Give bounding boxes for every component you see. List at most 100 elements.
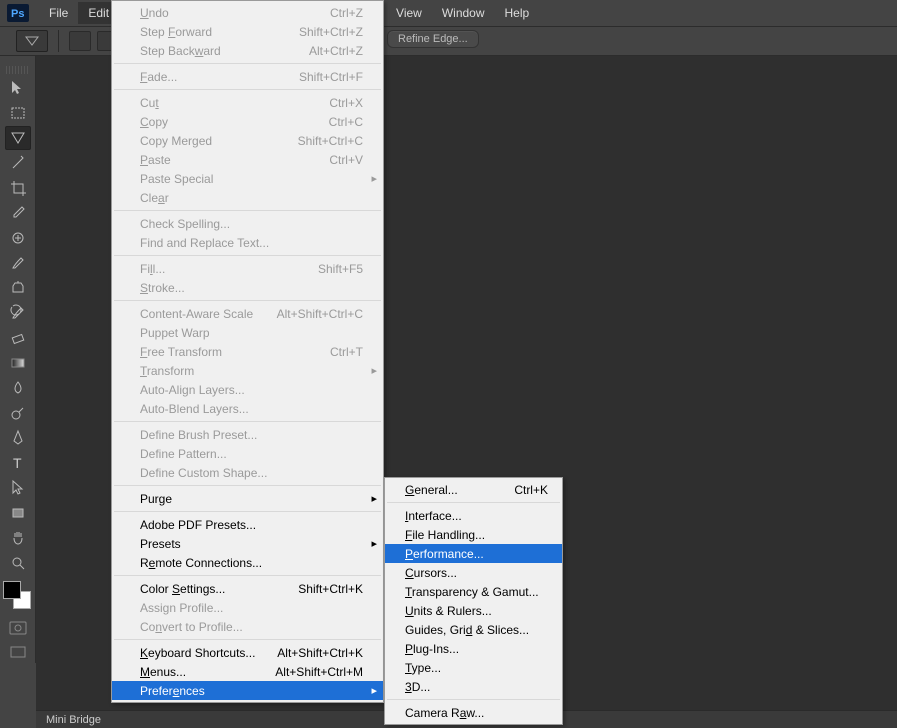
menu-item-label: Cut [140,96,159,110]
rect-marquee-tool[interactable] [5,101,31,125]
edit-menu-item-purge[interactable]: Purge [112,489,383,508]
path-select-tool[interactable] [5,476,31,500]
eraser-tool[interactable] [5,326,31,350]
prefs-item-transparency-gamut[interactable]: Transparency & Gamut... [385,582,562,601]
refine-edge-button[interactable]: Refine Edge... [387,30,479,48]
screen-mode-toggle[interactable] [5,641,31,663]
menu-item-shortcut: Shift+Ctrl+Z [299,25,363,39]
selection-new-button[interactable] [69,31,91,51]
menu-separator [114,639,381,640]
menu-item-shortcut: Ctrl+V [329,153,363,167]
edit-menu-item-puppet-warp: Puppet Warp [112,323,383,342]
prefs-item-plug-ins[interactable]: Plug-Ins... [385,639,562,658]
edit-menu-item-adobe-pdf-presets[interactable]: Adobe PDF Presets... [112,515,383,534]
menu-view[interactable]: View [392,2,432,24]
submenu-separator [387,699,560,700]
menu-item-label: Auto-Align Layers... [140,383,245,397]
spot-heal-tool[interactable] [5,226,31,250]
edit-menu-item-paste-special: Paste Special [112,169,383,188]
hand-tool[interactable] [5,526,31,550]
prefs-item-3d[interactable]: 3D... [385,677,562,696]
menu-item-label: Adobe PDF Presets... [140,518,256,532]
menu-item-shortcut: Shift+Ctrl+C [298,134,363,148]
menu-item-label: Keyboard Shortcuts... [140,646,255,660]
color-swatches[interactable] [3,581,31,609]
pen-tool[interactable] [5,426,31,450]
menu-separator [114,421,381,422]
tool-preset-picker[interactable] [16,30,48,52]
submenu-item-label: Performance... [405,547,484,561]
edit-menu-item-step-backward: Step Backward Alt+Ctrl+Z [112,41,383,60]
edit-menu-item-menus[interactable]: Menus...Alt+Shift+Ctrl+M [112,662,383,681]
prefs-item-performance[interactable]: Performance... [385,544,562,563]
history-brush-tool[interactable] [5,301,31,325]
foreground-color-swatch[interactable] [3,581,21,599]
type-tool[interactable]: T [5,451,31,475]
lasso-tool[interactable] [5,126,31,150]
submenu-item-label: Guides, Grid & Slices... [405,623,529,637]
prefs-item-units-rulers[interactable]: Units & Rulers... [385,601,562,620]
rectangle-tool[interactable] [5,501,31,525]
prefs-item-cursors[interactable]: Cursors... [385,563,562,582]
menu-item-shortcut: Shift+F5 [318,262,363,276]
menu-item-shortcut: Alt+Shift+Ctrl+M [275,665,363,679]
menu-separator [114,300,381,301]
submenu-item-label: Transparency & Gamut... [405,585,539,599]
prefs-item-camera-raw[interactable]: Camera Raw... [385,703,562,722]
edit-menu-item-find-and-replace-text: Find and Replace Text... [112,233,383,252]
prefs-item-general[interactable]: General...Ctrl+K [385,480,562,499]
edit-menu-item-transform: Transform [112,361,383,380]
menu-item-label: Copy Merged [140,134,212,148]
zoom-tool[interactable] [5,551,31,575]
toolbox-grip[interactable] [6,66,29,74]
toolbox: T [0,56,36,663]
prefs-item-guides-grid-slices[interactable]: Guides, Grid & Slices... [385,620,562,639]
svg-text:Ps: Ps [11,8,24,20]
menu-item-label: Define Brush Preset... [140,428,257,442]
edit-menu-item-keyboard-shortcuts[interactable]: Keyboard Shortcuts...Alt+Shift+Ctrl+K [112,643,383,662]
menu-item-label: Auto-Blend Layers... [140,402,249,416]
clone-tool[interactable] [5,276,31,300]
prefs-item-file-handling[interactable]: File Handling... [385,525,562,544]
crop-tool[interactable] [5,176,31,200]
submenu-item-label: Interface... [405,509,462,523]
edit-menu-item-copy: CopyCtrl+C [112,112,383,131]
menu-help[interactable]: Help [495,2,540,24]
edit-menu-item-remote-connections[interactable]: Remote Connections... [112,553,383,572]
mini-bridge-tab[interactable]: Mini Bridge [46,714,101,726]
menu-item-label: Step Forward [140,25,212,39]
edit-menu-item-copy-merged: Copy Merged Shift+Ctrl+C [112,131,383,150]
quick-mask-toggle[interactable] [5,617,31,639]
menu-item-label: Step Backward [140,44,221,58]
dodge-tool[interactable] [5,401,31,425]
submenu-item-label: Cursors... [405,566,457,580]
menu-item-label: Puppet Warp [140,326,210,340]
submenu-item-label: Camera Raw... [405,706,484,720]
menu-item-shortcut: Alt+Ctrl+Z [309,44,363,58]
brush-tool[interactable] [5,251,31,275]
gradient-tool[interactable] [5,351,31,375]
edit-menu-item-preferences[interactable]: Preferences [112,681,383,700]
prefs-item-interface[interactable]: Interface... [385,506,562,525]
menu-item-label: Remote Connections... [140,556,262,570]
submenu-separator [387,502,560,503]
edit-menu-item-assign-profile: Assign Profile... [112,598,383,617]
prefs-item-type[interactable]: Type... [385,658,562,677]
edit-menu-item-color-settings[interactable]: Color Settings...Shift+Ctrl+K [112,579,383,598]
edit-menu-item-presets[interactable]: Presets [112,534,383,553]
menu-separator [114,89,381,90]
menu-file[interactable]: File [39,2,78,24]
magic-wand-tool[interactable] [5,151,31,175]
preferences-submenu: General...Ctrl+K Interface... File Handlin… [384,477,563,725]
menu-window[interactable]: Window [432,2,495,24]
menu-separator [114,63,381,64]
eyedropper-tool[interactable] [5,201,31,225]
submenu-item-label: File Handling... [405,528,485,542]
blur-tool[interactable] [5,376,31,400]
edit-menu-item-cut: CutCtrl+X [112,93,383,112]
menu-item-label: Color Settings... [140,582,225,596]
menu-item-label: Fade... [140,70,177,84]
edit-menu-dropdown: UndoCtrl+ZStep ForwardShift+Ctrl+ZStep B… [111,0,384,703]
move-tool[interactable] [5,76,31,100]
menu-item-label: Find and Replace Text... [140,236,269,250]
